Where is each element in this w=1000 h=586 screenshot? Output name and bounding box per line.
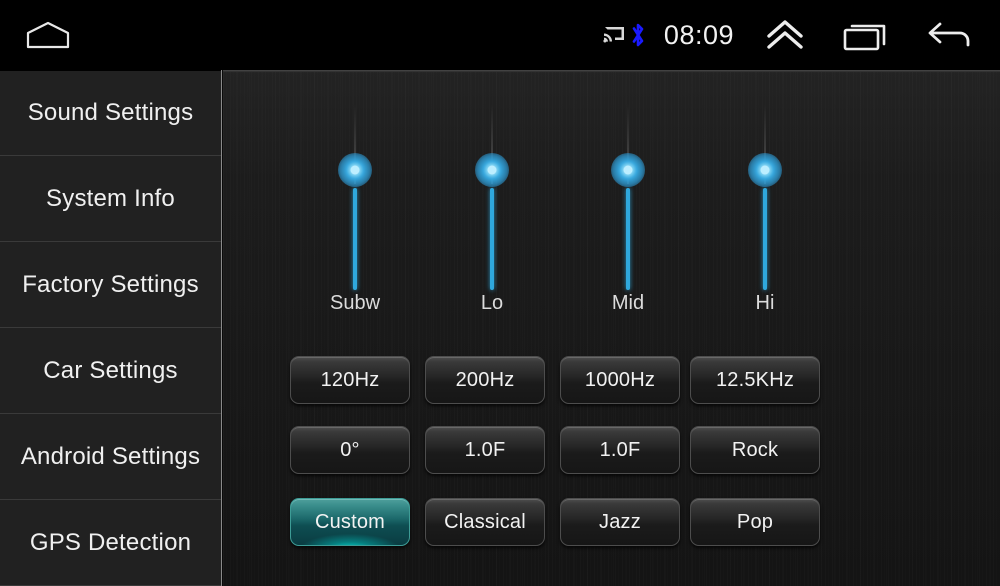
settings-sidebar: Sound Settings System Info Factory Setting…	[0, 70, 222, 586]
eq-button-0[interactable]: 0°	[290, 426, 410, 474]
slider-label: Mid	[611, 292, 645, 314]
slider-track-fill	[626, 188, 630, 290]
slider-label: Hi	[755, 292, 775, 314]
slider-knob[interactable]	[475, 153, 509, 187]
equalizer-slider-group: Subw Lo Mid Hi	[223, 70, 1000, 330]
slider-track-fill	[353, 188, 357, 290]
eq-button-200hz[interactable]: 200Hz	[425, 356, 545, 404]
sidebar-item-label: Factory Settings	[22, 270, 199, 298]
eq-button-1-0f[interactable]: 1.0F	[425, 426, 545, 474]
cast-screen-icon	[602, 23, 626, 47]
sound-settings-panel: Subw Lo Mid Hi 120Hz 200Hz 1000Hz 12.5KH…	[223, 70, 1000, 586]
eq-button-classical[interactable]: Classical	[425, 498, 545, 546]
slider-track-fill	[490, 188, 494, 290]
back-arrow-icon[interactable]	[922, 15, 978, 55]
eq-button-rock[interactable]: Rock	[690, 426, 820, 474]
bluetooth-icon	[628, 22, 648, 48]
clock: 08:09	[663, 19, 734, 50]
sidebar-item-label: GPS Detection	[29, 528, 192, 556]
head-unit-screen: 08:09 Sound Settings System Info Factory…	[0, 0, 1000, 586]
sidebar-item-factory-settings[interactable]: Factory Settings	[0, 242, 221, 328]
sidebar-item-label: System Info	[46, 184, 175, 212]
eq-button-pop[interactable]: Pop	[690, 498, 820, 546]
status-bar: 08:09	[0, 0, 1000, 70]
eq-slider-mid[interactable]: Mid	[583, 70, 673, 330]
eq-slider-hi[interactable]: Hi	[720, 70, 810, 330]
slider-track-fill	[763, 188, 767, 290]
sidebar-item-car-settings[interactable]: Car Settings	[0, 328, 221, 414]
recent-apps-icon[interactable]	[840, 15, 892, 55]
slider-knob[interactable]	[338, 153, 372, 187]
sidebar-item-label: Android Settings	[20, 442, 201, 470]
eq-button-jazz[interactable]: Jazz	[560, 498, 680, 546]
home-icon	[26, 21, 70, 49]
sidebar-item-label: Sound Settings	[27, 99, 194, 126]
sidebar-item-gps-detection[interactable]: GPS Detection	[0, 500, 221, 586]
sidebar-item-system-info[interactable]: System Info	[0, 156, 221, 242]
slider-knob[interactable]	[748, 153, 782, 187]
sidebar-item-sound-settings[interactable]: Sound Settings	[0, 70, 221, 156]
eq-button-custom[interactable]: Custom	[290, 498, 410, 546]
slider-label: Lo	[480, 292, 504, 314]
eq-slider-subw[interactable]: Subw	[310, 70, 400, 330]
sidebar-item-label: Car Settings	[43, 356, 178, 384]
eq-button-12-5khz[interactable]: 12.5KHz	[690, 356, 820, 404]
eq-button-1-0f-2[interactable]: 1.0F	[560, 426, 680, 474]
status-bar-right-group: 08:09	[602, 0, 1000, 70]
home-button[interactable]	[24, 20, 72, 50]
chevron-double-up-icon[interactable]	[760, 15, 810, 55]
sidebar-item-android-settings[interactable]: Android Settings	[0, 414, 221, 500]
eq-button-1000hz[interactable]: 1000Hz	[560, 356, 680, 404]
slider-knob[interactable]	[611, 153, 645, 187]
eq-slider-lo[interactable]: Lo	[447, 70, 537, 330]
eq-button-120hz[interactable]: 120Hz	[290, 356, 410, 404]
slider-label: Subw	[329, 292, 381, 314]
